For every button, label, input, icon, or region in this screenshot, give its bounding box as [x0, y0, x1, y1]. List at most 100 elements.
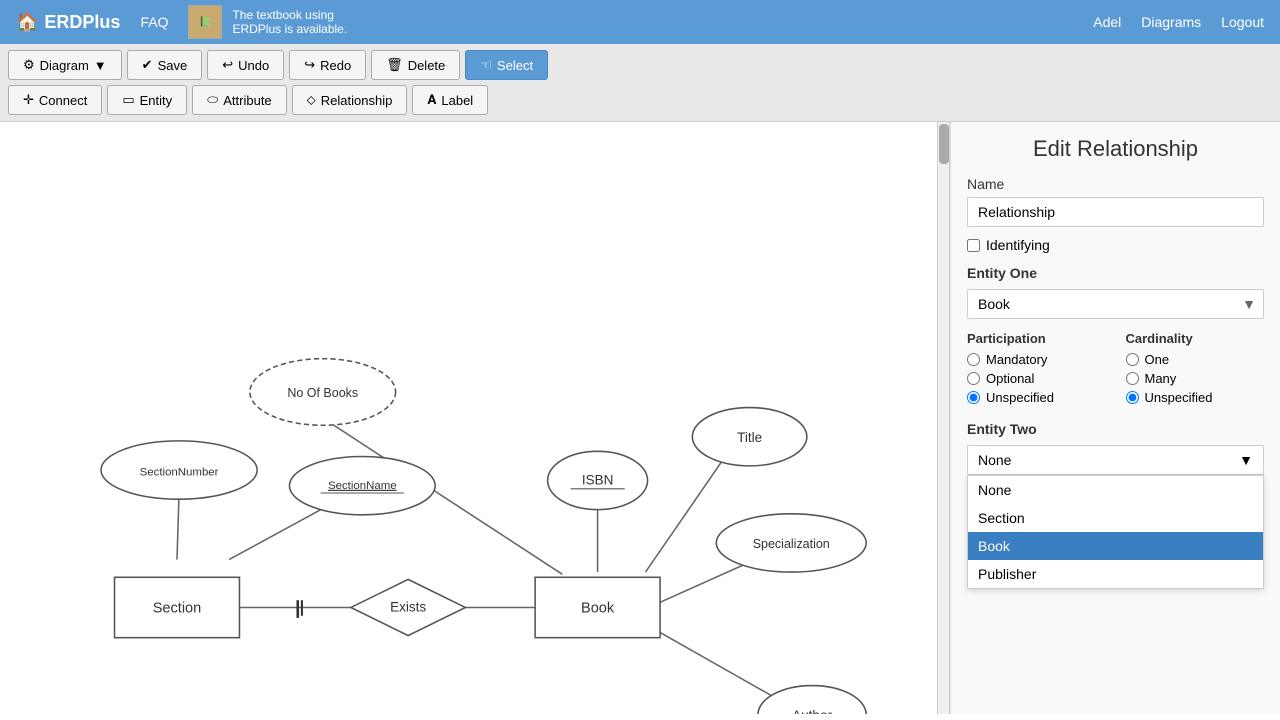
name-input[interactable] [967, 197, 1264, 227]
svg-text:SectionNumber: SectionNumber [140, 466, 219, 478]
book-text-1: The textbook using [232, 8, 347, 22]
dropdown-item-section[interactable]: Section [968, 504, 1263, 532]
undo-label: Undo [238, 58, 269, 73]
user-link[interactable]: Adel [1093, 14, 1121, 30]
label-icon: 𝐀 [427, 92, 436, 108]
cardinality-col: Cardinality One Many Unspecified [1126, 331, 1265, 409]
brand-label: ERDPlus [44, 12, 120, 33]
relationship-button[interactable]: ⬦ Relationship [292, 85, 408, 115]
canvas-area[interactable]: No Of Books SectionNumber SectionName IS… [0, 122, 950, 714]
entity-one-select-wrapper: Book None Section Publisher ▼ [967, 289, 1264, 319]
select-button[interactable]: ☜ Select [465, 50, 548, 80]
svg-text:Book: Book [581, 601, 615, 617]
undo-button[interactable]: ↩ Undo [207, 50, 284, 80]
p-mandatory-row: Mandatory [967, 352, 1106, 367]
delete-label: Delete [408, 58, 446, 73]
c-one-radio[interactable] [1126, 353, 1139, 366]
attribute-icon: ⬭ [207, 92, 218, 108]
p-optional-row: Optional [967, 371, 1106, 386]
svg-text:No Of Books: No Of Books [287, 386, 358, 400]
participation-label: Participation [967, 331, 1106, 346]
c-many-radio[interactable] [1126, 372, 1139, 385]
book-thumbnail: 📗 [188, 5, 222, 39]
p-unspecified-radio[interactable] [967, 391, 980, 404]
dropdown-item-none[interactable]: None [968, 476, 1263, 504]
identifying-row: Identifying [967, 237, 1264, 253]
logout-link[interactable]: Logout [1221, 14, 1264, 30]
brand[interactable]: 🏠 ERDPlus [16, 12, 120, 33]
p-unspecified-row: Unspecified [967, 390, 1106, 405]
entity-two-dropdown-container[interactable]: None ▼ None Section Book Publisher [967, 445, 1264, 475]
attribute-button[interactable]: ⬭ Attribute [192, 85, 287, 115]
delete-button[interactable]: 🗑 Delete [371, 50, 460, 80]
entity-two-label: Entity Two [967, 421, 1264, 437]
c-one-label: One [1145, 352, 1170, 367]
navbar-right: Adel Diagrams Logout [1093, 14, 1264, 30]
connect-button[interactable]: ✛ Connect [8, 85, 102, 115]
save-button[interactable]: ✔ Save [127, 50, 203, 80]
p-mandatory-label: Mandatory [986, 352, 1047, 367]
diamond-icon: ⬦ [307, 92, 316, 108]
entity-icon: ▭ [122, 92, 134, 108]
c-many-row: Many [1126, 371, 1265, 386]
entity-one-label: Entity One [967, 265, 1264, 281]
svg-text:Author: Author [792, 708, 832, 714]
name-label: Name [967, 176, 1264, 192]
book-promo-text: The textbook using ERDPlus is available. [232, 8, 347, 36]
diagrams-link[interactable]: Diagrams [1141, 14, 1201, 30]
participation-col: Participation Mandatory Optional Unspeci… [967, 331, 1106, 409]
pc-section: Participation Mandatory Optional Unspeci… [967, 331, 1264, 409]
entity-two-chevron: ▼ [1239, 452, 1253, 468]
c-unspecified-label: Unspecified [1145, 390, 1213, 405]
identifying-label: Identifying [986, 237, 1050, 253]
faq-link[interactable]: FAQ [140, 14, 168, 30]
c-one-row: One [1126, 352, 1265, 367]
redo-label: Redo [320, 58, 351, 73]
navbar: 🏠 ERDPlus FAQ 📗 The textbook using ERDPl… [0, 0, 1280, 44]
entity-one-select[interactable]: Book None Section Publisher [967, 289, 1264, 319]
navbar-left: 🏠 ERDPlus FAQ 📗 The textbook using ERDPl… [16, 5, 347, 39]
scroll-thumb[interactable] [939, 124, 949, 164]
house-icon: 🏠 [16, 12, 38, 33]
label-label: Label [441, 93, 473, 108]
chevron-down-icon: ▼ [94, 58, 107, 73]
p-optional-label: Optional [986, 371, 1034, 386]
dropdown-item-book[interactable]: Book [968, 532, 1263, 560]
connect-icon: ✛ [23, 92, 34, 108]
c-unspecified-row: Unspecified [1126, 390, 1265, 405]
diagram-shapes: No Of Books SectionNumber SectionName IS… [0, 122, 937, 714]
select-label: Select [497, 58, 533, 73]
save-label: Save [158, 58, 188, 73]
cursor-icon: ☜ [480, 57, 492, 73]
cardinality-label: Cardinality [1126, 331, 1265, 346]
attribute-label: Attribute [223, 93, 271, 108]
entity-two-value: None [978, 452, 1011, 468]
entity-two-select-display[interactable]: None ▼ [967, 445, 1264, 475]
entity-button[interactable]: ▭ Entity [107, 85, 187, 115]
identifying-checkbox[interactable] [967, 239, 980, 252]
diagram-button[interactable]: ⚙ Diagram ▼ [8, 50, 122, 80]
svg-text:ISBN: ISBN [582, 473, 614, 488]
relationship-label: Relationship [321, 93, 393, 108]
entity-label: Entity [140, 93, 173, 108]
p-optional-radio[interactable] [967, 372, 980, 385]
c-many-label: Many [1145, 371, 1177, 386]
canvas-scrollbar[interactable] [937, 122, 949, 714]
svg-text:Exists: Exists [390, 600, 426, 615]
label-button[interactable]: 𝐀 Label [412, 85, 488, 115]
trash-icon: 🗑 [386, 57, 403, 73]
book-promo: 📗 The textbook using ERDPlus is availabl… [188, 5, 347, 39]
redo-button[interactable]: ↪ Redo [289, 50, 366, 80]
p-mandatory-radio[interactable] [967, 353, 980, 366]
svg-text:Specialization: Specialization [753, 537, 830, 551]
connect-label: Connect [39, 93, 87, 108]
panel-title: Edit Relationship [967, 136, 1264, 162]
p-unspecified-label: Unspecified [986, 390, 1054, 405]
svg-text:SectionName: SectionName [328, 480, 397, 492]
c-unspecified-radio[interactable] [1126, 391, 1139, 404]
redo-icon: ↪ [304, 57, 315, 73]
dropdown-item-publisher[interactable]: Publisher [968, 560, 1263, 588]
gear-icon: ⚙ [23, 57, 35, 73]
entity-two-dropdown-list: None Section Book Publisher [967, 475, 1264, 589]
right-panel: Edit Relationship Name Identifying Entit… [950, 122, 1280, 714]
